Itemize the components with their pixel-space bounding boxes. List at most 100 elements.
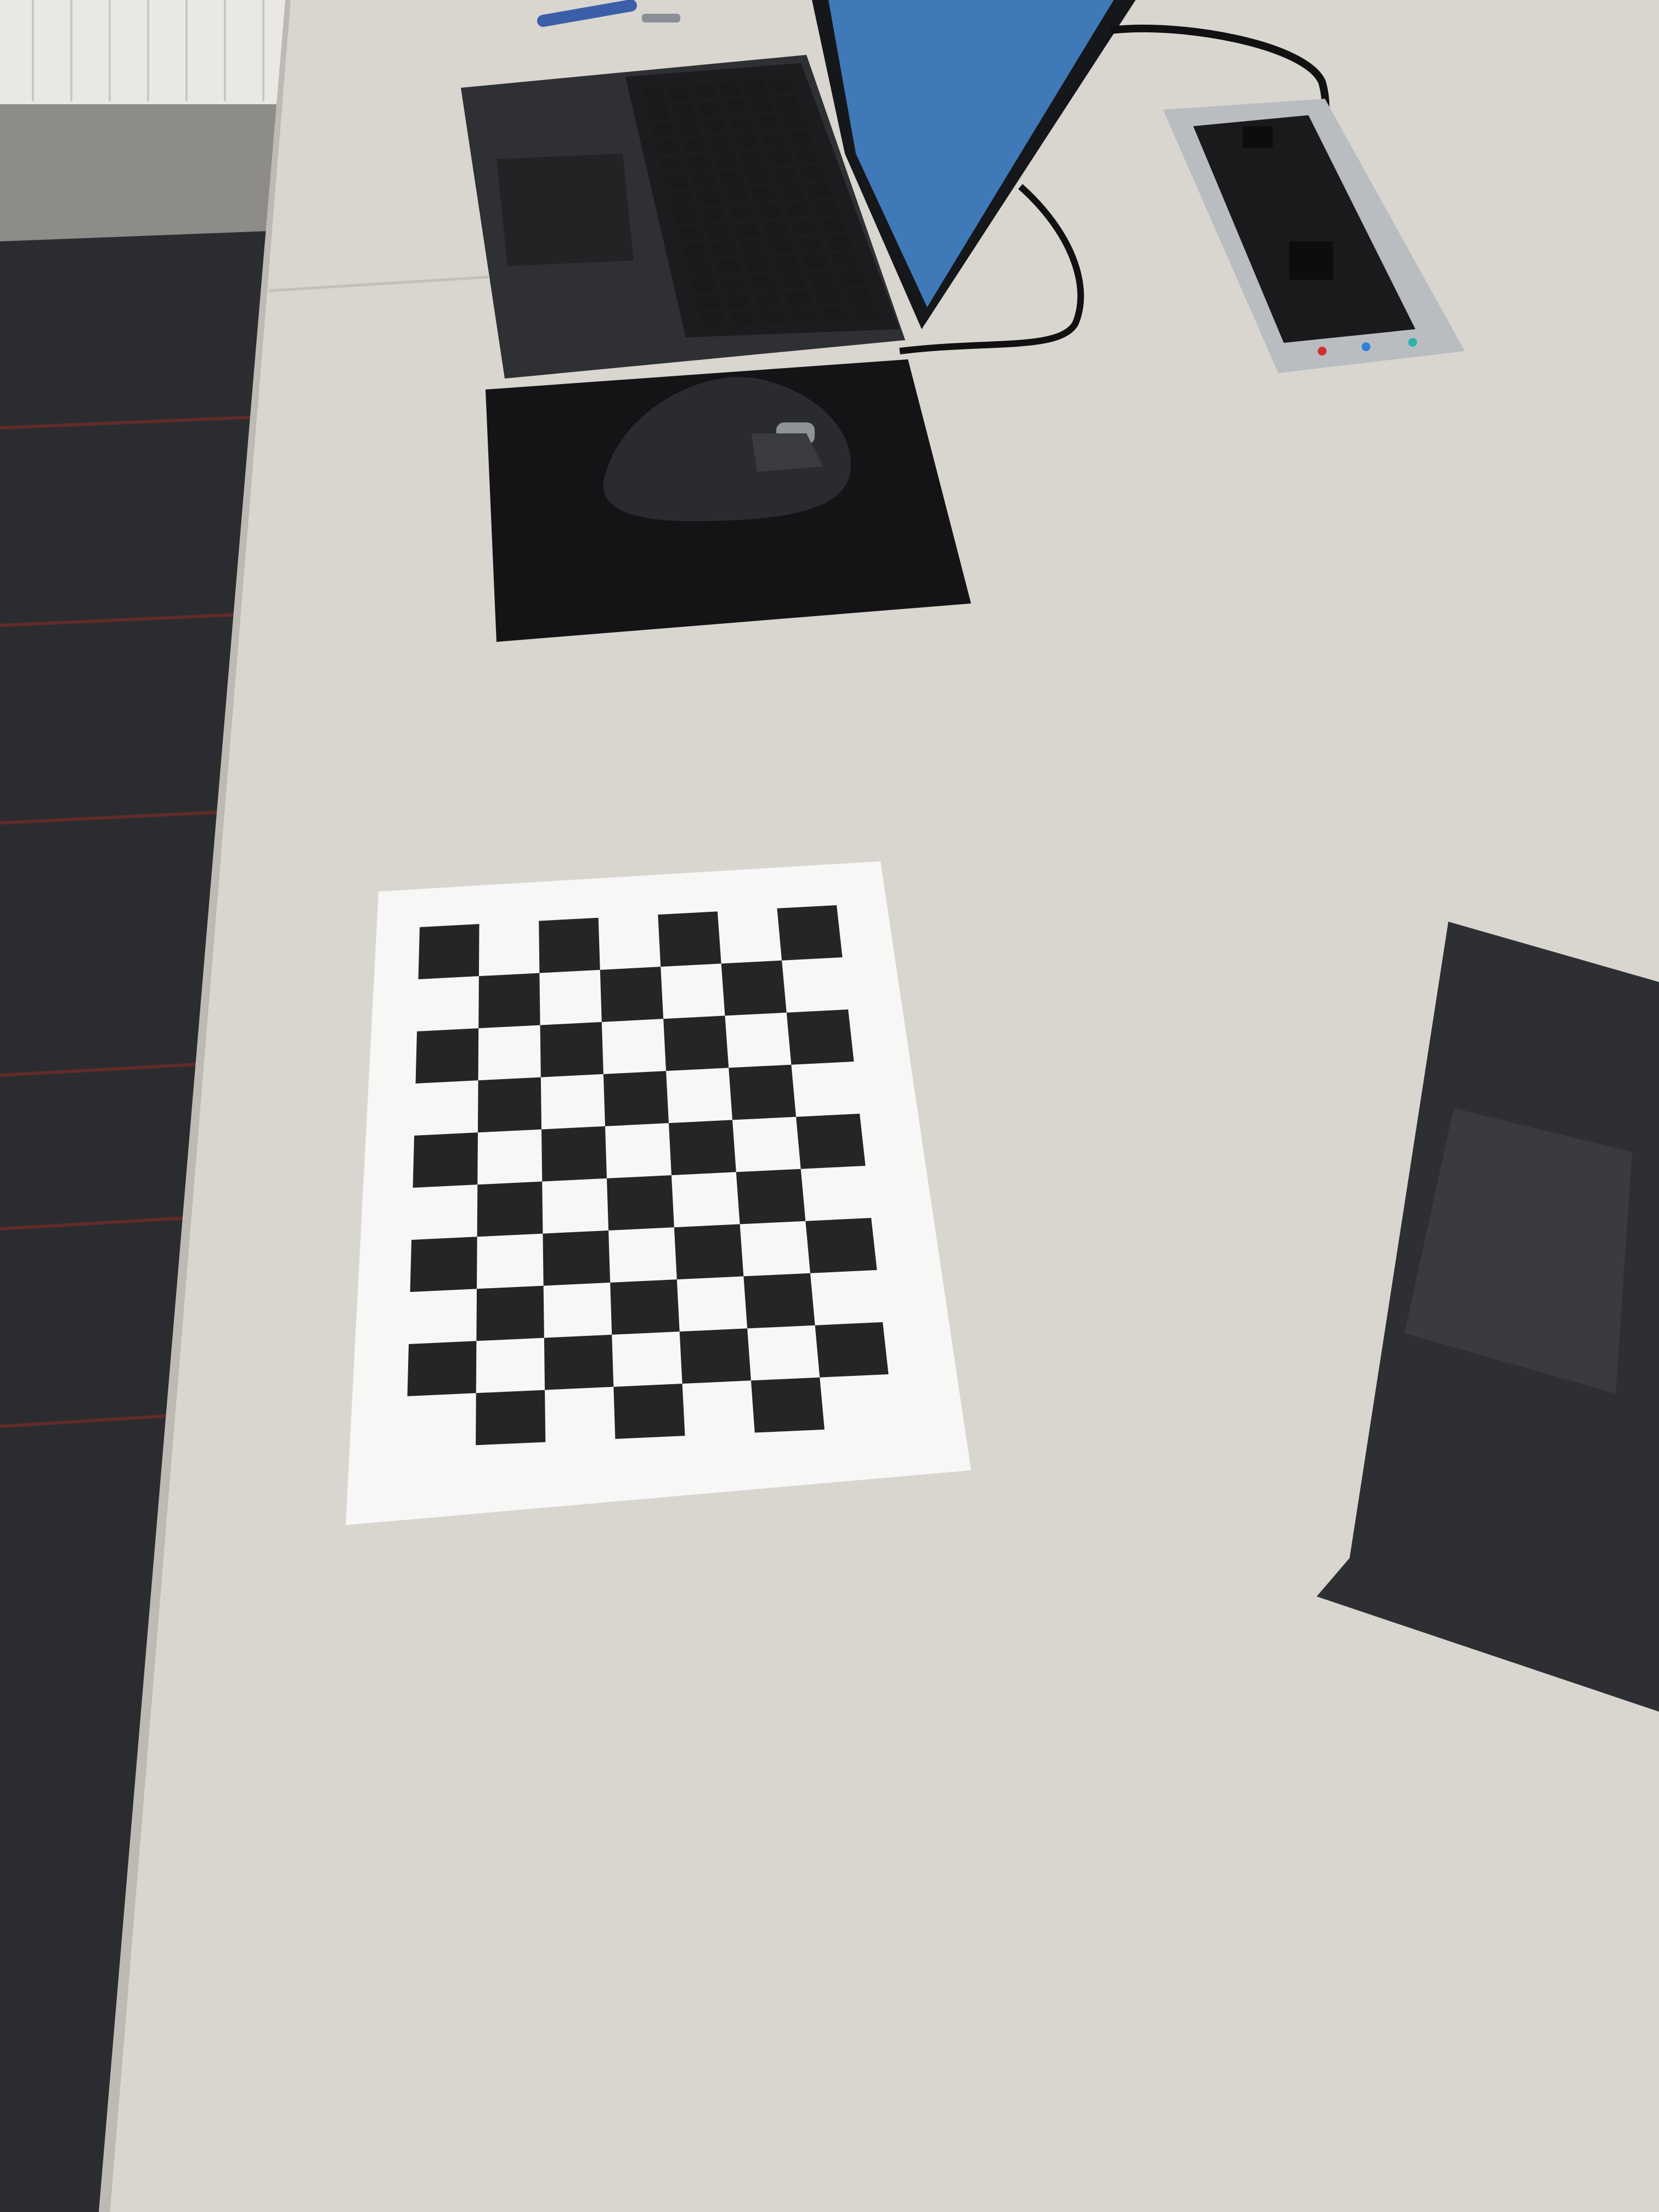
- keyboard-key[interactable]: [757, 204, 783, 219]
- checker-square: [743, 1273, 815, 1329]
- keyboard-key[interactable]: [651, 122, 675, 138]
- indicator-red: [1318, 347, 1327, 356]
- checker-square: [736, 1169, 806, 1224]
- keyboard-key[interactable]: [677, 121, 701, 136]
- keyboard-key[interactable]: [690, 278, 717, 293]
- keyboard-key[interactable]: [642, 88, 665, 103]
- keyboard-key[interactable]: [656, 140, 680, 155]
- keyboard-key[interactable]: [774, 256, 800, 271]
- keyboard-key[interactable]: [790, 308, 818, 323]
- keyboard-key[interactable]: [695, 295, 721, 310]
- keyboard-key[interactable]: [699, 313, 726, 327]
- keyboard-key[interactable]: [660, 157, 684, 172]
- keyboard-key[interactable]: [820, 307, 849, 321]
- keyboard-key[interactable]: [715, 259, 742, 274]
- checker-square: [603, 1071, 669, 1126]
- keyboard-key[interactable]: [808, 272, 836, 287]
- keyboard-key[interactable]: [691, 172, 716, 188]
- checker-square: [541, 1126, 607, 1182]
- keyboard-key[interactable]: [698, 101, 722, 116]
- keyboard-key[interactable]: [677, 226, 703, 241]
- keyboard-key[interactable]: [724, 188, 749, 203]
- keyboard-key[interactable]: [701, 207, 726, 222]
- keyboard-key[interactable]: [713, 153, 738, 168]
- checker-square: [543, 1230, 611, 1286]
- checker-square: [415, 1028, 479, 1084]
- keyboard-key[interactable]: [687, 155, 712, 170]
- checker-square: [476, 1390, 546, 1446]
- checker-square: [679, 1328, 751, 1384]
- keyboard-key[interactable]: [673, 209, 698, 224]
- keyboard-key[interactable]: [729, 311, 757, 326]
- checker-square: [751, 1377, 825, 1433]
- keyboard-key[interactable]: [725, 294, 752, 308]
- keyboard-key[interactable]: [708, 136, 733, 151]
- checker-square: [539, 917, 600, 973]
- keyboard-key[interactable]: [719, 171, 744, 186]
- keyboard-key[interactable]: [686, 261, 712, 275]
- checker-square: [729, 1064, 796, 1120]
- keyboard-key[interactable]: [703, 119, 727, 134]
- checker-square: [658, 911, 721, 967]
- keyboard-key[interactable]: [664, 174, 689, 189]
- keyboard-key[interactable]: [814, 289, 842, 304]
- keyboard-key[interactable]: [668, 86, 691, 101]
- checker-square: [796, 1114, 866, 1169]
- checker-square: [407, 1341, 477, 1396]
- keyboard-key[interactable]: [739, 240, 765, 255]
- checker-square: [805, 1218, 877, 1273]
- keyboard-key[interactable]: [696, 190, 721, 205]
- keyboard-key[interactable]: [779, 273, 806, 289]
- checker-square: [478, 973, 540, 1029]
- keyboard-key[interactable]: [797, 237, 823, 252]
- keyboard-key[interactable]: [754, 292, 782, 307]
- keyboard-key[interactable]: [746, 169, 771, 184]
- keyboard-key[interactable]: [749, 275, 776, 290]
- keyboard-key[interactable]: [734, 223, 760, 238]
- desk-photo-scene: [0, 0, 1659, 2212]
- checker-square: [663, 1015, 729, 1071]
- checker-square: [815, 1322, 889, 1378]
- laptop-trackpad[interactable]: [496, 154, 634, 266]
- checker-square: [410, 1237, 477, 1292]
- checker-square: [477, 1181, 543, 1237]
- checker-square: [600, 967, 664, 1022]
- keyboard-key[interactable]: [768, 239, 794, 253]
- keyboard-key[interactable]: [729, 205, 755, 221]
- keyboard-key[interactable]: [762, 221, 789, 236]
- checker-square: [607, 1175, 674, 1231]
- keyboard-key[interactable]: [693, 84, 716, 99]
- checker-square: [544, 1334, 614, 1390]
- wall-radiator: [0, 0, 291, 104]
- checker-square: [413, 1132, 478, 1188]
- keyboard-key[interactable]: [706, 224, 731, 239]
- floor-strip: [0, 88, 285, 241]
- keyboard-key[interactable]: [744, 257, 771, 273]
- indicator-blue: [1362, 342, 1370, 351]
- keyboard-key[interactable]: [647, 105, 670, 120]
- keyboard-key[interactable]: [681, 244, 708, 258]
- usb-port: [1243, 126, 1273, 148]
- checker-square: [669, 1120, 736, 1176]
- power-socket: [1289, 241, 1333, 280]
- keyboard-key[interactable]: [803, 255, 830, 269]
- checker-square: [540, 1022, 603, 1077]
- keyboard-key[interactable]: [710, 242, 737, 257]
- keyboard-key[interactable]: [673, 103, 696, 119]
- keyboard-key[interactable]: [760, 309, 787, 324]
- checker-square: [777, 905, 843, 961]
- keyboard-key[interactable]: [751, 187, 777, 201]
- keyboard-key[interactable]: [682, 138, 706, 153]
- keyboard-key[interactable]: [669, 191, 693, 206]
- keyboard-key[interactable]: [740, 151, 765, 167]
- keyboard-key[interactable]: [720, 276, 747, 291]
- indicator-teal: [1408, 338, 1417, 347]
- checker-square: [674, 1224, 744, 1280]
- checker-square: [610, 1279, 680, 1335]
- keyboard-key[interactable]: [785, 291, 812, 306]
- checker-square: [476, 1285, 544, 1341]
- checker-square: [786, 1009, 854, 1065]
- checker-square: [721, 960, 787, 1016]
- checkerboard-paper: [346, 861, 971, 1525]
- checker-square: [418, 924, 479, 979]
